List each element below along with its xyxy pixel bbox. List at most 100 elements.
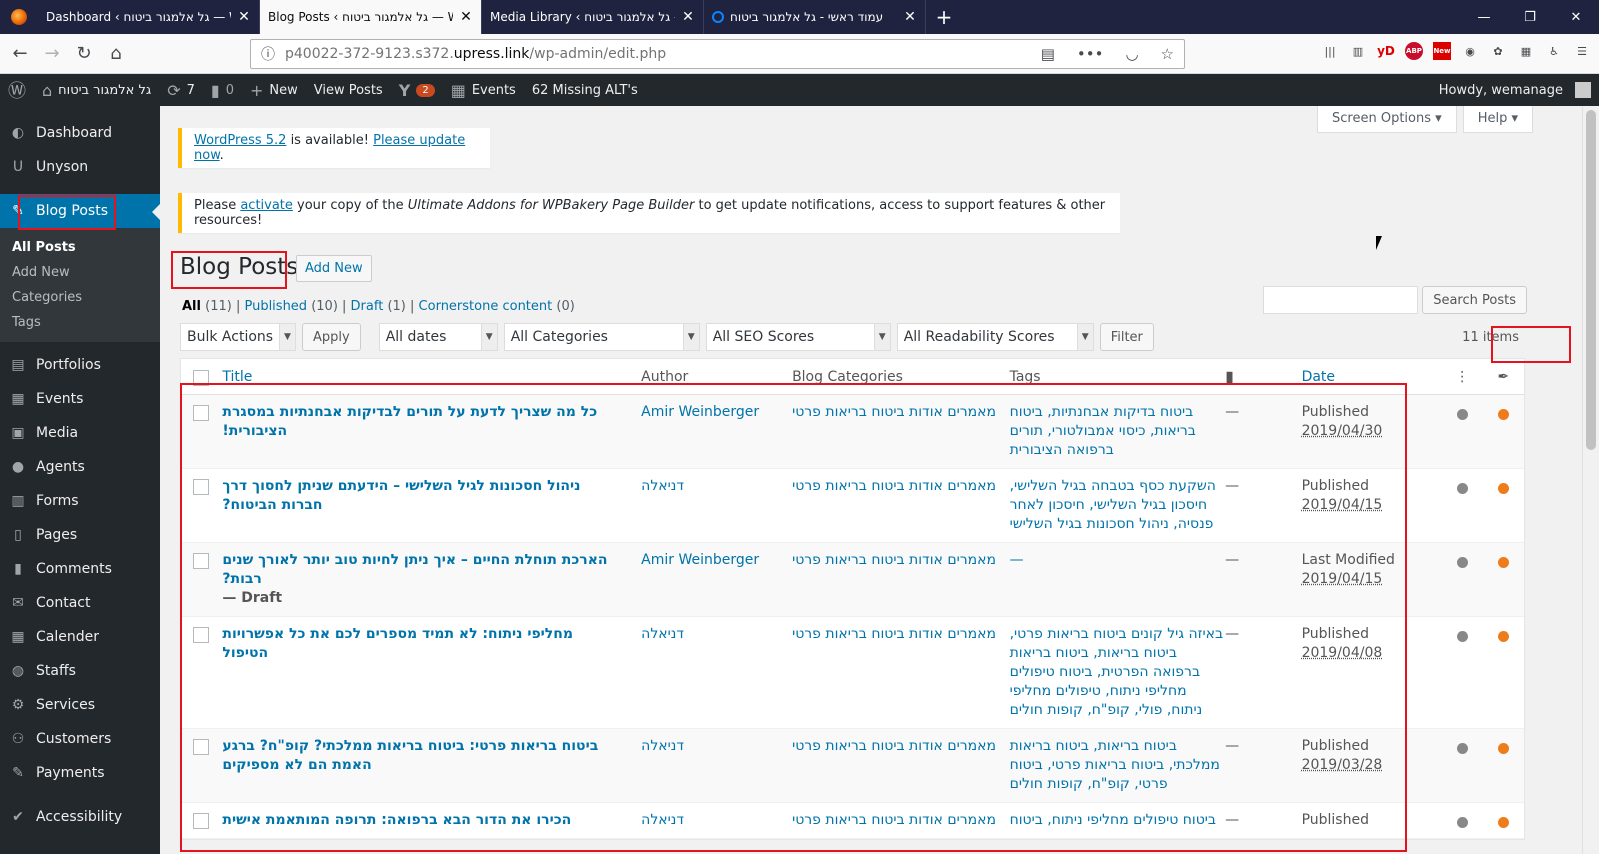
sidebar-item-contact[interactable]: ✉ Contact bbox=[0, 586, 160, 620]
reload-icon[interactable]: ↻ bbox=[68, 38, 100, 70]
category-link[interactable]: מאמרים אודות ביטוח בריאות פרטי bbox=[792, 617, 1010, 728]
filter-button[interactable]: Filter bbox=[1099, 323, 1154, 351]
row-checkbox[interactable] bbox=[193, 739, 209, 755]
close-window-icon[interactable]: ✕ bbox=[1553, 0, 1599, 34]
sidebar-item-dashboard[interactable]: ◐ Dashboard bbox=[0, 116, 160, 150]
missing-alt-link[interactable]: 62 Missing ALT's bbox=[524, 74, 646, 106]
view-posts-link[interactable]: View Posts bbox=[306, 74, 391, 106]
author-link[interactable]: Amir Weinberger bbox=[641, 543, 792, 616]
category-link[interactable]: מאמרים אודות ביטוח בריאות פרטי bbox=[792, 729, 1010, 802]
page-actions-icon[interactable]: ••• bbox=[1077, 45, 1104, 63]
sidebar-item-agents[interactable]: ● Agents bbox=[0, 450, 160, 484]
sidebar-item-services[interactable]: ⚙ Services bbox=[0, 688, 160, 722]
minimize-icon[interactable]: — bbox=[1461, 0, 1507, 34]
info-icon[interactable]: ⓘ bbox=[261, 44, 275, 64]
sidebar-item-events[interactable]: ▦ Events bbox=[0, 382, 160, 416]
site-name-link[interactable]: ⌂ גל אלמגור ביטוח bbox=[34, 74, 159, 106]
browser-tab-media-library[interactable]: Media Library ‹ גל אלמגור ביטוח — ✕ bbox=[482, 0, 704, 34]
new-tab-button[interactable]: + bbox=[926, 0, 962, 34]
sidebar-item-staffs[interactable]: ◍ Staffs bbox=[0, 654, 160, 688]
comments-link[interactable]: ▮ 0 bbox=[203, 74, 242, 106]
category-link[interactable]: מאמרים אודות ביטוח בריאות פרטי bbox=[792, 803, 1010, 838]
tags-links[interactable]: ביטוח בריאות, ביטוח בריאות ממלכתי, ביטוח… bbox=[1010, 729, 1226, 802]
sidebar-item-comments[interactable]: ▮ Comments bbox=[0, 552, 160, 586]
row-checkbox[interactable] bbox=[193, 479, 209, 495]
seo-scores-select[interactable]: All SEO Scores ▼ bbox=[705, 323, 891, 351]
tags-links[interactable]: באיזה גיל קונים ביטוח בריאות פרטי, ביטוח… bbox=[1010, 617, 1226, 728]
sidebar-item-payments[interactable]: ✎ Payments bbox=[0, 756, 160, 790]
readability-select[interactable]: All Readability Scores ▼ bbox=[896, 323, 1094, 351]
post-title-link[interactable]: ביטוח בריאות פרטי: ביטוח בריאות ממלכתי? … bbox=[222, 738, 598, 773]
wordpress-version-link[interactable]: WordPress 5.2 bbox=[194, 133, 286, 148]
author-link[interactable]: דניאלה bbox=[641, 803, 792, 838]
restore-icon[interactable]: ❐ bbox=[1507, 0, 1553, 34]
author-link[interactable]: דניאלה bbox=[641, 729, 792, 802]
search-input[interactable] bbox=[1263, 286, 1419, 314]
post-title-link[interactable]: מחליפי ניתוח: לא תמיד מספרים לכם את כל א… bbox=[222, 626, 573, 661]
sidebar-icon[interactable]: ▥ bbox=[1349, 42, 1367, 60]
tags-links[interactable]: השקעת כסף בטבחה בגיל השלישי, חיסכון בגיל… bbox=[1010, 469, 1226, 542]
tags-links[interactable]: — bbox=[1010, 543, 1226, 616]
back-icon[interactable]: ← bbox=[4, 38, 36, 70]
categories-select[interactable]: All Categories ▼ bbox=[503, 323, 700, 351]
browser-tab-dashboard[interactable]: Dashboard ‹ גל אלמגור ביטוח — Wo ✕ bbox=[38, 0, 260, 34]
row-checkbox[interactable] bbox=[193, 813, 209, 829]
post-title-link[interactable]: הכירו את הדור הבא ברפואה: תרופה המותאמת … bbox=[222, 812, 571, 828]
seo-score-column-icon[interactable]: ⋮ bbox=[1442, 369, 1483, 385]
updates-link[interactable]: ⟳ 7 bbox=[159, 74, 203, 106]
comments-column-icon[interactable]: ▮ bbox=[1225, 367, 1301, 386]
submenu-add-new[interactable]: Add New bbox=[0, 260, 160, 285]
sidebar-item-unyson[interactable]: U Unyson bbox=[0, 150, 160, 184]
sidebar-item-calender[interactable]: ▦ Calender bbox=[0, 620, 160, 654]
category-link[interactable]: מאמרים אודות ביטוח בריאות פרטי bbox=[792, 395, 1010, 468]
page-scrollbar[interactable] bbox=[1582, 106, 1599, 854]
readability-column-icon[interactable]: ✒ bbox=[1483, 369, 1524, 385]
apply-button[interactable]: Apply bbox=[302, 323, 361, 351]
browser-tab-blog-posts[interactable]: Blog Posts ‹ גל אלמגור ביטוח — Wo ✕ bbox=[260, 0, 482, 34]
close-icon[interactable]: ✕ bbox=[237, 9, 251, 25]
submenu-categories[interactable]: Categories bbox=[0, 285, 160, 310]
color-picker-icon[interactable]: ◉ bbox=[1461, 42, 1479, 60]
tags-links[interactable]: ביטוח בדיקות אבחנתיות, ביטוח בריאות, כיס… bbox=[1010, 395, 1226, 468]
add-new-button[interactable]: Add New bbox=[296, 255, 372, 282]
bulk-actions-select[interactable]: Bulk Actions ▼ bbox=[180, 323, 296, 351]
hamburger-menu-icon[interactable]: ☰ bbox=[1573, 42, 1591, 60]
sidebar-item-pages[interactable]: ▯ Pages bbox=[0, 518, 160, 552]
new-extension-icon[interactable]: New bbox=[1433, 42, 1451, 60]
scrollbar-thumb[interactable] bbox=[1586, 110, 1596, 450]
yoast-menu[interactable]: Y2 bbox=[391, 74, 443, 106]
pocket-icon[interactable]: ◡ bbox=[1125, 45, 1138, 63]
select-all-checkbox[interactable] bbox=[193, 369, 209, 386]
browser-tab-homepage[interactable]: עמוד ראשי - גל אלמגור ביטוח ✕ bbox=[704, 0, 926, 34]
category-link[interactable]: מאמרים אודות ביטוח בריאות פרטי bbox=[792, 543, 1010, 616]
close-icon[interactable]: ✕ bbox=[903, 9, 917, 25]
new-content-link[interactable]: + New bbox=[242, 74, 306, 106]
row-checkbox[interactable] bbox=[193, 405, 209, 421]
sidebar-item-accessibility[interactable]: ✔ Accessibility bbox=[0, 800, 160, 834]
author-link[interactable]: דניאלה bbox=[641, 469, 792, 542]
wp-logo-icon[interactable]: Ⓦ bbox=[0, 74, 34, 106]
filter-cornerstone[interactable]: Cornerstone content bbox=[419, 299, 553, 314]
my-account-link[interactable]: Howdy, wemanage bbox=[1431, 74, 1599, 106]
sidebar-item-forms[interactable]: ▥ Forms bbox=[0, 484, 160, 518]
category-link[interactable]: מאמרים אודות ביטוח בריאות פרטי bbox=[792, 469, 1010, 542]
close-icon[interactable]: ✕ bbox=[681, 9, 695, 25]
yandex-icon[interactable]: yD bbox=[1377, 42, 1395, 60]
activate-link[interactable]: activate bbox=[240, 198, 293, 213]
filter-published[interactable]: Published bbox=[244, 299, 307, 314]
post-title-link[interactable]: הארכת תוחלת החיים – איך ניתן לחיות טוב י… bbox=[222, 552, 607, 587]
row-checkbox[interactable] bbox=[193, 627, 209, 643]
author-link[interactable]: דניאלה bbox=[641, 617, 792, 728]
dates-select[interactable]: All dates ▼ bbox=[378, 323, 498, 351]
help-button[interactable]: Help ▾ bbox=[1462, 106, 1533, 133]
grid-extension-icon[interactable]: ▦ bbox=[1517, 42, 1535, 60]
reader-view-icon[interactable]: ▤ bbox=[1041, 45, 1055, 63]
submenu-all-posts[interactable]: All Posts bbox=[0, 235, 160, 260]
filter-all[interactable]: All bbox=[182, 299, 201, 314]
forward-icon[interactable]: → bbox=[36, 38, 68, 70]
sidebar-item-blog-posts[interactable]: ✎ Blog Posts bbox=[0, 194, 160, 228]
column-title[interactable]: Title bbox=[222, 369, 641, 385]
bookmark-star-icon[interactable]: ☆ bbox=[1161, 45, 1174, 63]
screen-options-button[interactable]: Screen Options ▾ bbox=[1317, 106, 1457, 133]
submenu-tags[interactable]: Tags bbox=[0, 310, 160, 335]
